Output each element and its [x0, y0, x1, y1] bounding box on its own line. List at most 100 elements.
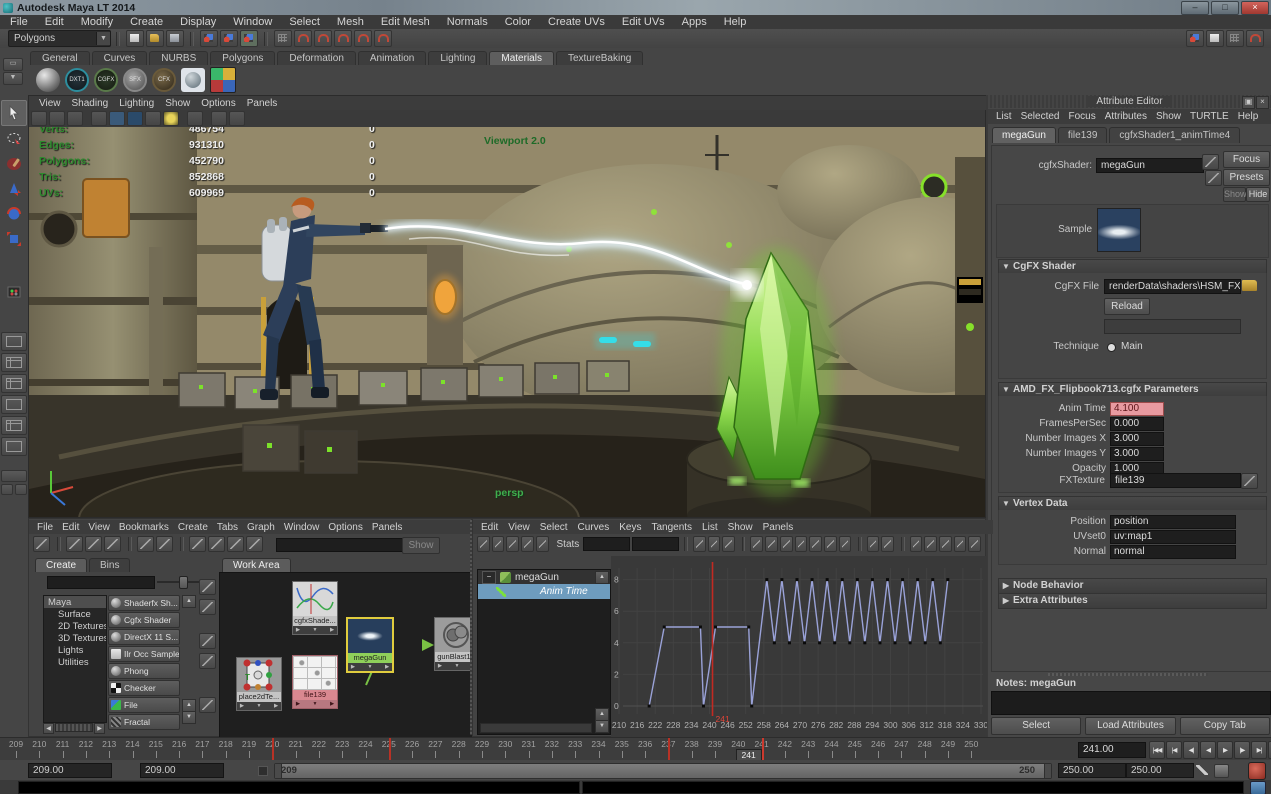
collapse-icon[interactable]: − — [482, 570, 496, 584]
footer-button[interactable]: Load Attributes — [1085, 717, 1176, 735]
maximize-button[interactable]: □ — [1211, 0, 1239, 15]
hypershade-tab[interactable]: Create — [35, 558, 88, 572]
layout-single-pane-button[interactable] — [1, 332, 27, 351]
browse-folder-icon[interactable] — [1242, 280, 1257, 291]
menu-item[interactable]: Normals — [447, 16, 488, 28]
create-node-button[interactable]: File — [108, 697, 180, 713]
show-top-tabs-icon[interactable] — [66, 536, 83, 552]
script-editor-icon[interactable] — [1250, 781, 1266, 794]
minimize-button[interactable]: – — [1181, 0, 1209, 15]
ae-menu-item[interactable]: Attributes — [1105, 111, 1147, 122]
auto-keyframe-icon[interactable] — [1196, 765, 1208, 775]
graph-editor-menu-item[interactable]: View — [508, 522, 530, 533]
work-area-graph[interactable]: cgfxShade... ▶ ▼ ▶ megaGun ▶ ▼ ▶ gunBlast1..… — [219, 572, 480, 738]
file-texture-icon[interactable] — [181, 68, 205, 92]
playback-button[interactable]: |◀ — [1166, 741, 1182, 759]
node-controls[interactable]: ▶▼▶ — [293, 626, 337, 634]
create-node-button[interactable]: Ilr Occ Sampler — [108, 646, 180, 662]
lighting-toggle-icon[interactable] — [163, 111, 179, 126]
texture-connection-icon[interactable] — [1241, 473, 1258, 489]
layout-small-right-button[interactable] — [15, 484, 27, 495]
graph-editor-menu-item[interactable]: List — [702, 522, 718, 533]
menu-item[interactable]: Color — [505, 16, 531, 28]
shelf-tab[interactable]: NURBS — [149, 51, 209, 65]
select-by-component-icon[interactable] — [240, 30, 258, 47]
hypershade-menu-item[interactable]: Bookmarks — [119, 522, 169, 533]
time-slider-ticks[interactable]: 2092102112122132142152162172182192202212… — [0, 738, 1010, 761]
ae-menu-item[interactable]: Show — [1156, 111, 1181, 122]
retime-tool-icon[interactable] — [535, 536, 549, 552]
outliner-scroll-up[interactable]: ▲ — [595, 571, 609, 584]
show-bottom-tabs-icon[interactable] — [85, 536, 102, 552]
break-tangents-icon[interactable] — [909, 536, 923, 552]
playback-button[interactable]: ◀| — [1183, 741, 1199, 759]
list-scroll-down[interactable]: ▼ — [182, 711, 196, 724]
shelf-tab[interactable]: Polygons — [210, 51, 276, 65]
textured-mode-icon[interactable] — [211, 111, 227, 126]
vertex-data-field[interactable]: position — [1110, 515, 1236, 529]
save-scene-icon[interactable] — [166, 30, 184, 47]
ae-menu-item[interactable]: Help — [1238, 111, 1259, 122]
tree-item[interactable]: Utilities — [44, 656, 106, 668]
menu-item[interactable]: Edit — [45, 16, 64, 28]
time-snap-icon[interactable] — [968, 536, 982, 552]
free-tangent-weight-icon[interactable] — [939, 536, 952, 552]
create-filter-field[interactable] — [47, 576, 155, 589]
graph-editor-menu-item[interactable]: Keys — [619, 522, 641, 533]
animation-start-field[interactable]: 209.00 — [28, 763, 112, 778]
shader-name-field[interactable]: megaGun — [1096, 158, 1204, 173]
menu-item[interactable]: Display — [180, 16, 216, 28]
slider-handle[interactable] — [179, 576, 188, 589]
hypershade-menu-item[interactable]: Create — [178, 522, 208, 533]
graph-editor-menu-item[interactable]: Select — [540, 522, 568, 533]
perspective-viewport-panel[interactable]: View Shading Lighting Show Options Panels — [28, 95, 995, 518]
menu-item[interactable]: Create UVs — [548, 16, 605, 28]
side-strip-icon-5[interactable] — [199, 697, 216, 713]
notes-splitter[interactable] — [1048, 673, 1208, 676]
input-output-connections-icon[interactable] — [246, 536, 263, 552]
command-input-field[interactable] — [18, 781, 580, 794]
snap-to-curves-icon[interactable] — [294, 30, 312, 47]
hypershade-menu-item[interactable]: Panels — [372, 522, 403, 533]
create-node-button[interactable]: Shaderfx Sh... — [108, 595, 180, 611]
menu-item[interactable]: Apps — [682, 16, 707, 28]
ipr-render-icon[interactable] — [1226, 30, 1244, 47]
menu-item[interactable]: Select — [289, 16, 320, 28]
lock-camera-icon[interactable] — [49, 111, 65, 126]
viewport-menu-item[interactable]: View — [39, 98, 61, 109]
parameter-field[interactable]: 4.100 — [1110, 402, 1164, 416]
tree-item[interactable]: 3D Textures — [44, 632, 106, 644]
move-tool[interactable] — [2, 177, 26, 201]
input-connections-icon[interactable] — [208, 536, 225, 552]
collapsed-section-header[interactable]: ▶ Extra Attributes — [998, 593, 1267, 609]
vertex-data-field[interactable]: normal — [1110, 545, 1236, 559]
scale-tool[interactable] — [2, 227, 26, 251]
playback-end-field[interactable]: 250.00 — [1058, 763, 1126, 778]
shelf-switcher[interactable]: ▭ ▼ — [3, 58, 23, 85]
tree-item[interactable]: Surface — [44, 608, 106, 620]
gate-mask-icon[interactable] — [145, 111, 161, 126]
reload-button[interactable]: Reload — [1104, 298, 1150, 315]
node-cgfxshader[interactable]: cgfxShade... ▶ ▼ ▶ — [292, 581, 338, 635]
range-right-handle[interactable] — [1044, 764, 1051, 778]
plateau-tangents-icon[interactable] — [838, 536, 852, 552]
parameter-field[interactable]: 3.000 — [1110, 432, 1164, 446]
material-sample-swatch[interactable] — [1097, 208, 1141, 252]
side-strip-icon-3[interactable] — [199, 633, 216, 649]
range-left-handle[interactable] — [275, 764, 282, 778]
shelf-tab[interactable]: General — [30, 51, 90, 65]
render-view-icon[interactable] — [1186, 30, 1204, 47]
create-node-button[interactable]: Cgfx Shader — [108, 612, 180, 628]
new-scene-icon[interactable] — [126, 30, 144, 47]
current-time-field[interactable]: 241.00 — [1078, 742, 1146, 758]
auto-tangents-icon[interactable] — [750, 536, 764, 552]
side-strip-icon-2[interactable] — [199, 599, 216, 615]
center-view-icon[interactable] — [722, 536, 735, 552]
lattice-deform-keys-icon[interactable] — [506, 536, 520, 552]
menu-item[interactable]: Modify — [81, 16, 113, 28]
layout-misc-button[interactable] — [1, 470, 27, 482]
menu-item[interactable]: Create — [130, 16, 163, 28]
show-both-tabs-icon[interactable] — [104, 536, 121, 552]
footer-button[interactable]: Copy Tab — [1179, 717, 1270, 735]
shaderfx-material-icon[interactable]: SFX — [123, 68, 147, 92]
